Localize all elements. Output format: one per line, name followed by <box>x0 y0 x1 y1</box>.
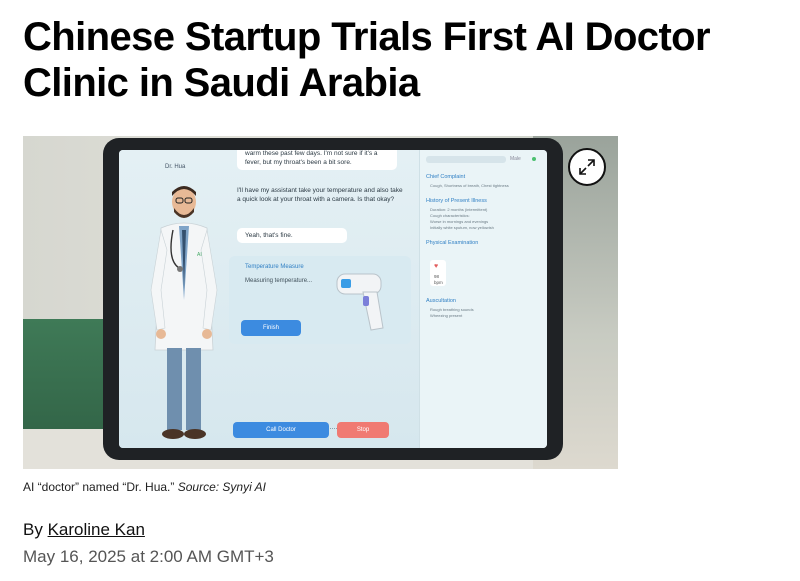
history-line-1: Duration: 2 months (intermittent) <box>430 207 488 212</box>
caption-text: AI “doctor” named “Dr. Hua.” <box>23 480 175 494</box>
article-photo: Dr. Hua AI warm these past few days. I'm… <box>23 136 618 469</box>
heart-rate-card: ♥ 98 bpm <box>430 260 446 286</box>
patient-gender: Male <box>510 156 521 162</box>
section-chief-complaint: Chief Complaint <box>426 174 466 180</box>
measure-title: Temperature Measure <box>245 264 304 270</box>
call-doctor-button[interactable]: Call Doctor <box>233 422 329 438</box>
chat-bubble-patient-2: Yeah, that's fine. <box>237 228 347 243</box>
section-history: History of Present Illness <box>426 198 487 204</box>
heart-icon: ♥ <box>434 263 439 270</box>
medical-record-panel: Male Chief Complaint Cough, Shortness of… <box>419 150 547 448</box>
tablet-screen: Dr. Hua AI warm these past few days. I'm… <box>119 150 547 448</box>
history-line-4: Initially white sputum, now yellowish <box>430 225 494 230</box>
chat-bubble-patient-1: warm these past few days. I'm not sure i… <box>237 150 397 170</box>
article-headline: Chinese Startup Trials First AI Doctor C… <box>23 15 711 105</box>
chat-bubble-doctor: I'll have my assistant take your tempera… <box>237 187 403 203</box>
avatar-ai-badge: AI <box>197 252 202 258</box>
byline: By Karoline Kan <box>23 520 145 540</box>
patient-name-bar <box>426 156 506 163</box>
history-line-3: Worse in mornings and evenings <box>430 219 489 224</box>
ausc-line-2: Wheezing present <box>430 313 463 318</box>
heart-rate-value: 98 <box>434 274 440 279</box>
doctor-name-label: Dr. Hua <box>165 164 186 170</box>
byline-prefix: By <box>23 520 48 539</box>
section-auscultation: Auscultation <box>426 298 456 304</box>
author-link[interactable]: Karoline Kan <box>48 520 145 539</box>
finish-button[interactable]: Finish <box>241 320 301 336</box>
expand-arrows-icon <box>579 159 595 175</box>
thermometer-icon <box>336 273 384 331</box>
photo-caption: AI “doctor” named “Dr. Hua.” Source: Syn… <box>23 480 266 494</box>
history-line-2: Cough characteristics: <box>430 213 470 218</box>
expand-image-button[interactable] <box>568 148 606 186</box>
temperature-measure-card: Temperature Measure Measuring temperatur… <box>229 256 411 344</box>
measure-status-text: Measuring temperature... <box>245 278 313 284</box>
heart-rate-unit: bpm <box>434 280 443 285</box>
publish-date: May 16, 2025 at 2:00 AM GMT+3 <box>23 547 274 566</box>
chat-pane: Dr. Hua AI warm these past few days. I'm… <box>119 150 419 448</box>
status-dot-icon <box>532 157 536 161</box>
caption-source: Source: Synyi AI <box>177 480 266 494</box>
ausc-line-1: Rough breathing sounds <box>430 307 474 312</box>
stop-button[interactable]: Stop <box>337 422 389 438</box>
doctor-avatar: AI <box>150 186 218 439</box>
section-physical-exam: Physical Examination <box>426 240 479 246</box>
chief-complaint-text: Cough, Shortness of breath, Chest tightn… <box>430 183 509 188</box>
tablet-device: Dr. Hua AI warm these past few days. I'm… <box>103 138 563 460</box>
